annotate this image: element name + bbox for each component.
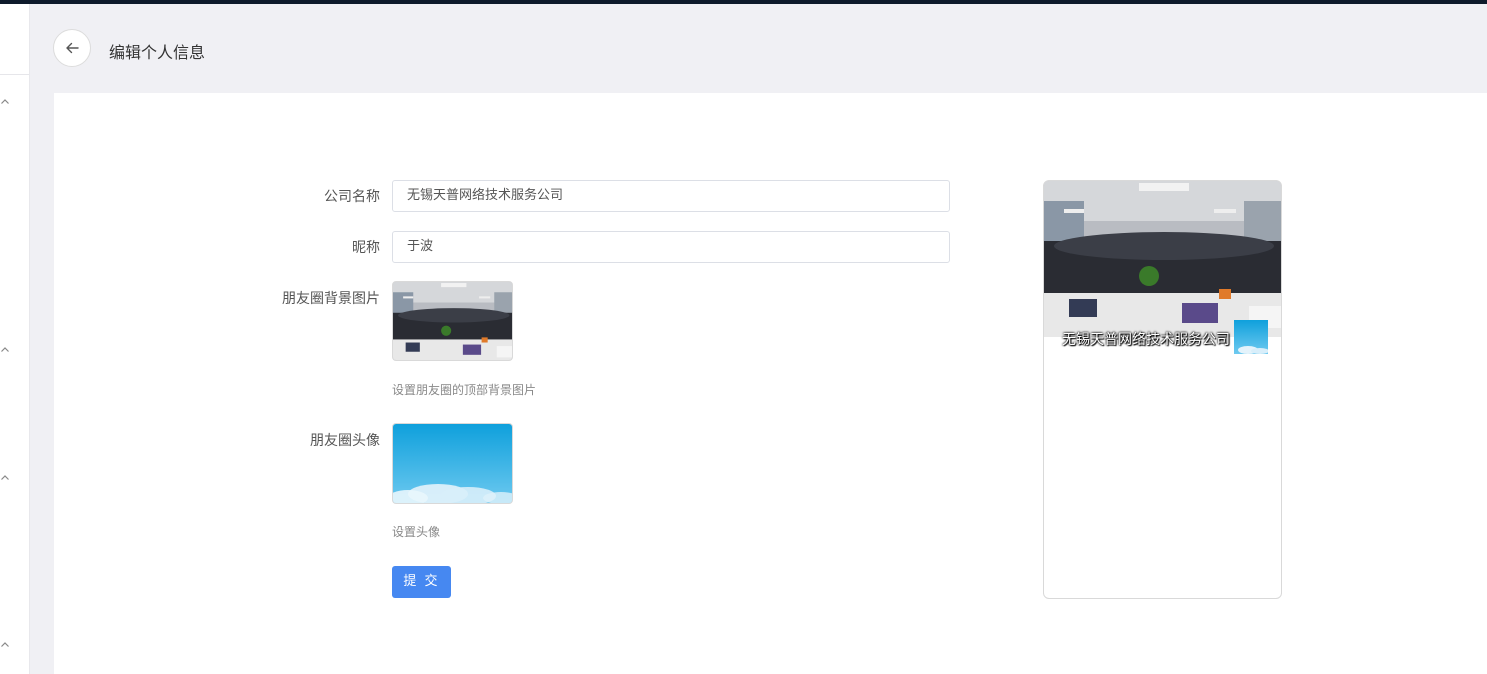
- avatar-hint: 设置头像: [392, 525, 441, 539]
- avatar-label: 朋友圈头像: [310, 433, 380, 449]
- preview-name: 无锡天普网络技术服务公司: [1062, 332, 1230, 348]
- avatar-upload[interactable]: [392, 423, 513, 504]
- moments-preview: 无锡天普网络技术服务公司: [1043, 180, 1282, 599]
- preview-cover-image: [1044, 181, 1281, 337]
- chevron-up-icon[interactable]: [0, 97, 10, 107]
- company-name-input[interactable]: 无锡天普网络技术服务公司: [392, 180, 950, 212]
- nickname-label: 昵称: [352, 240, 380, 256]
- company-name-label: 公司名称: [324, 189, 380, 205]
- edit-profile-card: 公司名称 无锡天普网络技术服务公司 昵称 于波 朋友圈背景图片 设置朋友圈的顶部…: [54, 93, 1487, 674]
- sidebar: [0, 4, 30, 674]
- chevron-up-icon[interactable]: [0, 345, 10, 355]
- office-photo: [393, 282, 512, 360]
- back-button[interactable]: [53, 29, 91, 67]
- background-image-label: 朋友圈背景图片: [282, 291, 380, 307]
- page-title: 编辑个人信息: [109, 43, 206, 62]
- sky-avatar-image: [393, 424, 512, 503]
- background-image-upload[interactable]: [392, 281, 513, 361]
- submit-button[interactable]: 提 交: [392, 566, 451, 598]
- chevron-up-icon[interactable]: [0, 473, 10, 483]
- arrow-left-icon: [66, 42, 79, 54]
- preview-avatar: [1234, 320, 1268, 354]
- nickname-input[interactable]: 于波: [392, 231, 950, 263]
- page-header: 编辑个人信息: [30, 4, 1487, 92]
- sidebar-divider: [0, 74, 29, 75]
- background-image-hint: 设置朋友圈的顶部背景图片: [392, 383, 537, 397]
- chevron-up-icon[interactable]: [0, 640, 10, 650]
